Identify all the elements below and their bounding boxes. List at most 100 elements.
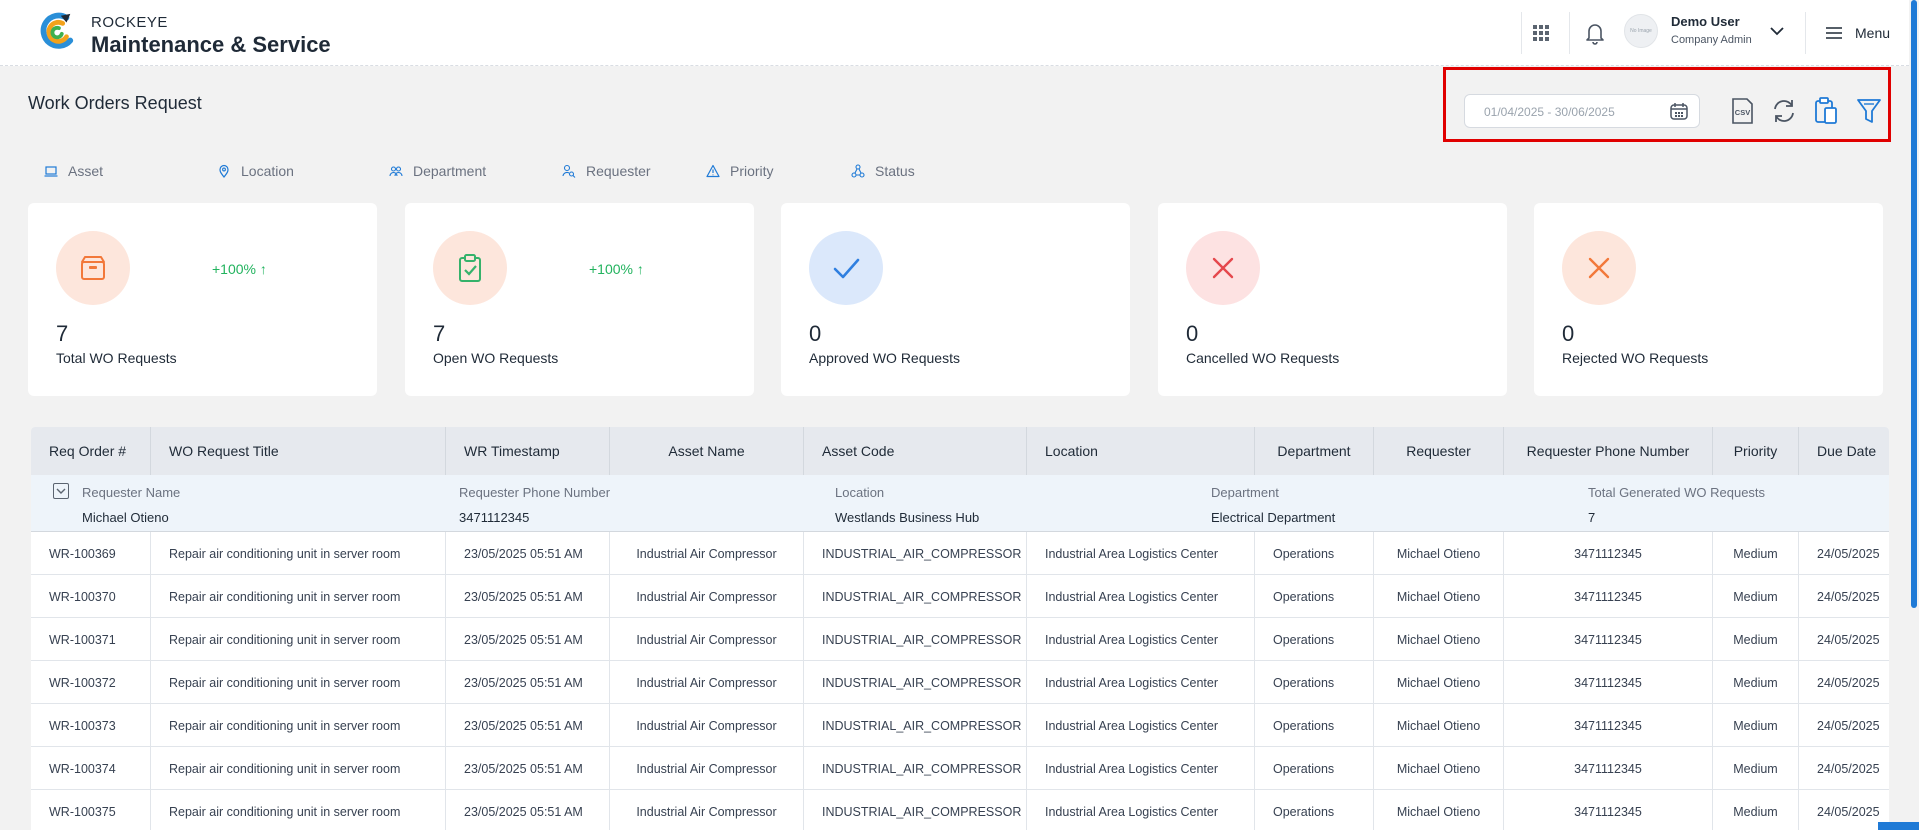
group-label: Location xyxy=(835,485,885,500)
group-label: Requester Phone Number xyxy=(459,485,611,500)
hamburger-menu-icon xyxy=(1826,27,1842,39)
trend-indicator: +100% ↑ xyxy=(589,261,644,277)
menu-button[interactable]: Menu xyxy=(1825,22,1890,44)
table-cell: 24/05/2025 xyxy=(1817,761,1880,776)
table-cell: Industrial Air Compressor xyxy=(610,704,804,747)
table-row[interactable]: WR-100375 Repair air conditioning unit in… xyxy=(31,790,1889,830)
table-row[interactable]: WR-100373 Repair air conditioning unit in… xyxy=(31,704,1889,747)
date-range-value: 01/04/2025 - 30/06/2025 xyxy=(1484,105,1615,119)
card-label: Cancelled WO Requests xyxy=(1186,350,1340,366)
csv-export-icon[interactable]: CSV xyxy=(1728,96,1756,126)
user-name[interactable]: Demo User xyxy=(1671,14,1740,29)
table-cell: 23/05/2025 05:51 AM xyxy=(446,704,610,747)
card-cancelled-wo-requests[interactable]: 0 Cancelled WO Requests xyxy=(1158,203,1507,396)
chevron-down-icon[interactable] xyxy=(1768,22,1786,40)
column-header[interactable]: WO Request Title xyxy=(151,427,446,475)
table-row[interactable]: WR-100369 Repair air conditioning unit in… xyxy=(31,532,1889,575)
table-cell: Industrial Air Compressor xyxy=(610,661,804,704)
table-cell: Industrial Air Compressor xyxy=(610,747,804,790)
filter-department[interactable]: Department xyxy=(389,161,486,181)
column-header[interactable]: Priority xyxy=(1713,427,1799,475)
table-cell: Operations xyxy=(1255,661,1374,704)
table-cell: Operations xyxy=(1255,704,1374,747)
table-cell: Medium xyxy=(1713,790,1799,830)
clipboard-icon[interactable] xyxy=(1812,96,1840,126)
table-cell: 23/05/2025 05:51 AM xyxy=(446,575,610,618)
rockeye-logo[interactable] xyxy=(38,12,76,50)
table-cell: Michael Otieno xyxy=(1374,661,1504,704)
card-icon-circle xyxy=(433,231,507,305)
header-divider xyxy=(1569,12,1570,54)
user-search-icon xyxy=(562,164,576,178)
table-cell: Repair air conditioning unit in server r… xyxy=(151,618,446,661)
calendar-icon[interactable] xyxy=(1669,101,1689,121)
filter-asset[interactable]: Asset xyxy=(44,161,103,181)
filter-requester[interactable]: Requester xyxy=(562,161,651,181)
table-cell: Industrial Air Compressor xyxy=(610,790,804,830)
table-cell: Michael Otieno xyxy=(1374,532,1504,575)
column-header[interactable]: Asset Code xyxy=(804,427,1027,475)
table-cell: Industrial Area Logistics Center xyxy=(1027,747,1255,790)
table-cell: 23/05/2025 05:51 AM xyxy=(446,747,610,790)
trend-indicator: +100% ↑ xyxy=(212,261,267,277)
app-title: Maintenance & Service xyxy=(91,32,331,57)
table-row[interactable]: WR-100372 Repair air conditioning unit in… xyxy=(31,661,1889,704)
avatar[interactable]: No Image xyxy=(1624,14,1658,48)
group-value: Michael Otieno xyxy=(82,510,169,525)
filter-label: Priority xyxy=(730,163,774,179)
refresh-icon[interactable] xyxy=(1770,96,1798,126)
group-collapse-toggle[interactable] xyxy=(53,483,69,499)
notification-bell-icon[interactable] xyxy=(1583,20,1607,46)
column-header[interactable]: Asset Name xyxy=(610,427,804,475)
table-cell: Industrial Area Logistics Center xyxy=(1027,532,1255,575)
table-cell: Medium xyxy=(1713,532,1799,575)
top-header: ROCKEYE Maintenance & Service No Image D… xyxy=(0,0,1919,66)
card-approved-wo-requests[interactable]: 0 Approved WO Requests xyxy=(781,203,1130,396)
menu-label: Menu xyxy=(1855,25,1891,41)
table-cell: Medium xyxy=(1713,618,1799,661)
filter-status[interactable]: Status xyxy=(851,161,915,181)
column-header[interactable]: Due Date xyxy=(1799,427,1889,475)
date-range-input[interactable]: 01/04/2025 - 30/06/2025 xyxy=(1464,94,1700,128)
table-cell: 3471112345 xyxy=(1504,747,1713,790)
column-header[interactable]: Requester Phone Number xyxy=(1504,427,1713,475)
table-cell: Industrial Air Compressor xyxy=(610,532,804,575)
column-header[interactable]: Location xyxy=(1027,427,1255,475)
table-cell: 3471112345 xyxy=(1504,790,1713,830)
table-cell: 23/05/2025 05:51 AM xyxy=(446,661,610,704)
card-icon-circle xyxy=(56,231,130,305)
column-header[interactable]: Requester xyxy=(1374,427,1504,475)
users-icon xyxy=(389,166,403,177)
table-cell: Repair air conditioning unit in server r… xyxy=(151,704,446,747)
group-label: Total Generated WO Requests xyxy=(1588,485,1766,500)
page-scrollbar[interactable] xyxy=(1909,0,1919,830)
column-header[interactable]: WR Timestamp xyxy=(446,427,610,475)
card-total-wo-requests[interactable]: +100% ↑ 7 Total WO Requests xyxy=(28,203,377,396)
column-header[interactable]: Req Order # xyxy=(31,427,151,475)
table-cell: Operations xyxy=(1255,790,1374,830)
column-header[interactable]: Department xyxy=(1255,427,1374,475)
table-header: Req Order # WO Request Title WR Timestam… xyxy=(31,427,1889,475)
table-cell: INDUSTRIAL_AIR_COMPRESSOR xyxy=(804,704,1027,747)
table-row[interactable]: WR-100370 Repair air conditioning unit in… xyxy=(31,575,1889,618)
table-cell: 3471112345 xyxy=(1504,575,1713,618)
scrollbar-thumb[interactable] xyxy=(1911,0,1917,608)
table-cell: INDUSTRIAL_AIR_COMPRESSOR xyxy=(804,618,1027,661)
filter-priority[interactable]: Priority xyxy=(706,161,774,181)
check-icon xyxy=(833,258,860,279)
table-cell: Michael Otieno xyxy=(1374,790,1504,830)
card-open-wo-requests[interactable]: +100% ↑ 7 Open WO Requests xyxy=(405,203,754,396)
card-label: Open WO Requests xyxy=(433,350,559,366)
table-row[interactable]: WR-100371 Repair air conditioning unit in… xyxy=(31,618,1889,661)
group-value: Westlands Business Hub xyxy=(835,510,980,525)
table-row[interactable]: WR-100374 Repair air conditioning unit in… xyxy=(31,747,1889,790)
table-cell: WR-100370 xyxy=(31,575,151,618)
card-rejected-wo-requests[interactable]: 0 Rejected WO Requests xyxy=(1534,203,1883,396)
filter-location[interactable]: Location xyxy=(217,161,294,181)
brand-name: ROCKEYE xyxy=(91,14,168,31)
filter-icon[interactable] xyxy=(1855,96,1883,126)
header-divider xyxy=(1521,12,1522,54)
laptop-icon xyxy=(44,166,58,177)
card-icon-circle xyxy=(809,231,883,305)
apps-grid-icon[interactable] xyxy=(1530,22,1552,44)
